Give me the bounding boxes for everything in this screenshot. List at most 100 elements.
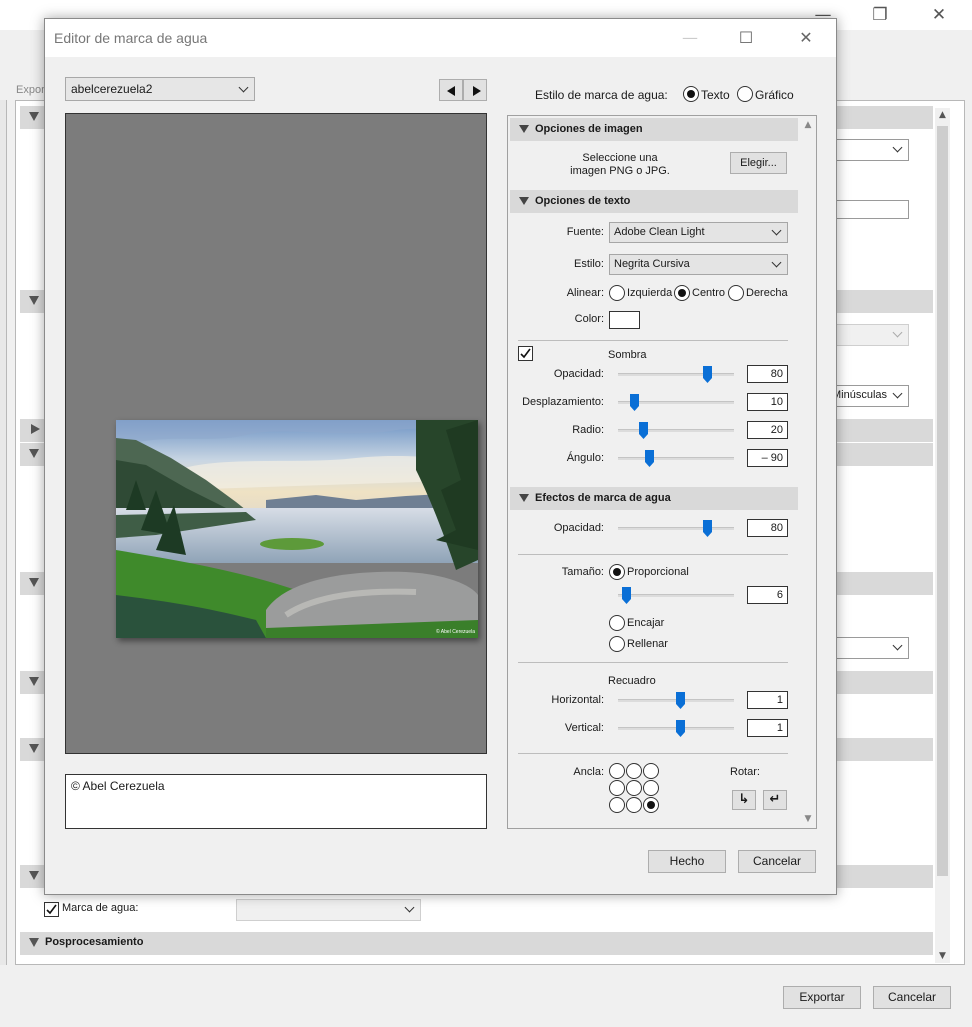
size-proportional-label: Proporcional xyxy=(627,566,689,578)
image-hint-line2: imagen PNG o JPG. xyxy=(570,165,670,177)
shadow-angle-slider[interactable] xyxy=(618,457,734,460)
export-button[interactable]: Exportar xyxy=(783,986,861,1009)
style-graphic-radio[interactable] xyxy=(737,86,753,102)
horizontal-value[interactable]: 1 xyxy=(747,691,788,709)
anchor-top-left[interactable] xyxy=(609,763,625,779)
size-slider[interactable] xyxy=(618,594,734,597)
size-fit-radio[interactable] xyxy=(609,615,625,631)
slider-thumb[interactable] xyxy=(645,450,654,467)
scroll-up-icon[interactable]: ▲ xyxy=(935,108,950,122)
slider-thumb[interactable] xyxy=(676,692,685,709)
shadow-checkbox[interactable] xyxy=(518,346,533,361)
export-text-field[interactable] xyxy=(836,200,909,219)
dialog-close-button[interactable]: ✕ xyxy=(783,23,829,53)
anchor-top-right[interactable] xyxy=(643,763,659,779)
slider-thumb[interactable] xyxy=(622,587,631,604)
shadow-angle-value[interactable]: – 90 xyxy=(747,449,788,467)
options-scrollbar[interactable]: ▲ ▼ xyxy=(800,116,816,828)
dialog-maximize-button[interactable]: ☐ xyxy=(723,23,769,53)
font-select-value: Adobe Clean Light xyxy=(614,226,705,238)
align-right-label: Derecha xyxy=(746,287,788,299)
shadow-offset-value[interactable]: 10 xyxy=(747,393,788,411)
slider-thumb[interactable] xyxy=(630,394,639,411)
previous-image-button[interactable] xyxy=(439,79,463,101)
shadow-radius-slider[interactable] xyxy=(618,429,734,432)
watermark-preview-area: © Abel Cerezuela xyxy=(65,113,487,754)
export-cancel-button[interactable]: Cancelar xyxy=(873,986,951,1009)
size-fill-radio[interactable] xyxy=(609,636,625,652)
done-button[interactable]: Hecho xyxy=(648,850,726,873)
preset-select[interactable]: abelcerezuela2 xyxy=(65,77,255,101)
watermark-label: Marca de agua: xyxy=(62,902,139,914)
collapse-triangle-icon xyxy=(519,197,529,205)
anchor-center[interactable] xyxy=(626,780,642,796)
chevron-down-icon xyxy=(892,388,903,399)
divider xyxy=(518,753,788,754)
choose-image-button[interactable]: Elegir... xyxy=(730,152,787,174)
align-right-radio[interactable] xyxy=(728,285,744,301)
watermark-preset-select[interactable] xyxy=(236,899,421,921)
anchor-bottom-right[interactable] xyxy=(643,797,659,813)
style-select[interactable]: Negrita Cursiva xyxy=(609,254,788,275)
text-options-header[interactable]: Opciones de texto xyxy=(510,190,798,213)
shadow-opacity-value[interactable]: 80 xyxy=(747,365,788,383)
slider-thumb[interactable] xyxy=(639,422,648,439)
slider-thumb[interactable] xyxy=(703,520,712,537)
align-left-radio[interactable] xyxy=(609,285,625,301)
style-select-value: Negrita Cursiva xyxy=(614,258,690,270)
divider xyxy=(518,554,788,555)
preview-photo: © Abel Cerezuela xyxy=(116,420,478,638)
anchor-bottom-left[interactable] xyxy=(609,797,625,813)
collapse-triangle-icon xyxy=(29,112,39,121)
export-label: Expor xyxy=(16,84,45,96)
vertical-value[interactable]: 1 xyxy=(747,719,788,737)
collapse-triangle-icon xyxy=(29,938,39,947)
case-select[interactable]: Minúsculas xyxy=(827,385,909,407)
dialog-cancel-button[interactable]: Cancelar xyxy=(738,850,816,873)
anchor-top-center[interactable] xyxy=(626,763,642,779)
scroll-down-icon[interactable]: ▼ xyxy=(800,812,816,826)
close-button[interactable]: ✕ xyxy=(916,2,962,28)
postprocess-section-header[interactable]: Posprocesamiento xyxy=(20,932,933,955)
font-label: Fuente: xyxy=(566,226,604,238)
font-select[interactable]: Adobe Clean Light xyxy=(609,222,788,243)
effects-opacity-value[interactable]: 80 xyxy=(747,519,788,537)
export-select[interactable] xyxy=(836,637,909,659)
rotate-counterclockwise-button[interactable]: ↵ xyxy=(763,790,787,810)
dialog-title: Editor de marca de agua xyxy=(54,30,208,46)
anchor-middle-right[interactable] xyxy=(643,780,659,796)
watermark-checkbox[interactable] xyxy=(44,902,59,917)
size-proportional-radio[interactable] xyxy=(609,564,625,580)
postprocess-label: Posprocesamiento xyxy=(45,936,144,948)
export-select[interactable] xyxy=(836,139,909,161)
image-options-header[interactable]: Opciones de imagen xyxy=(510,118,798,141)
slider-thumb[interactable] xyxy=(676,720,685,737)
text-options-title: Opciones de texto xyxy=(535,195,631,207)
style-text-radio[interactable] xyxy=(683,86,699,102)
size-value[interactable]: 6 xyxy=(747,586,788,604)
watermark-text-input[interactable]: © Abel Cerezuela xyxy=(65,774,487,829)
next-image-button[interactable] xyxy=(463,79,487,101)
shadow-radius-value[interactable]: 20 xyxy=(747,421,788,439)
effects-opacity-slider[interactable] xyxy=(618,527,734,530)
collapse-triangle-icon xyxy=(519,494,529,502)
scroll-up-icon[interactable]: ▲ xyxy=(800,118,816,132)
rotate-clockwise-button[interactable]: ↳ xyxy=(732,790,756,810)
watermark-effects-header[interactable]: Efectos de marca de agua xyxy=(510,487,798,510)
shadow-opacity-slider[interactable] xyxy=(618,373,734,376)
slider-thumb[interactable] xyxy=(703,366,712,383)
scroll-down-icon[interactable]: ▼ xyxy=(935,949,950,963)
color-swatch[interactable] xyxy=(609,311,640,329)
divider xyxy=(518,662,788,663)
watermark-style-label: Estilo de marca de agua: xyxy=(535,88,668,102)
align-center-radio[interactable] xyxy=(674,285,690,301)
anchor-bottom-center[interactable] xyxy=(626,797,642,813)
arrow-left-icon xyxy=(447,86,455,96)
chevron-down-icon xyxy=(892,142,903,153)
scrollbar-thumb[interactable] xyxy=(937,126,948,876)
restore-button[interactable]: ❐ xyxy=(857,2,903,28)
shadow-label: Sombra xyxy=(608,349,647,361)
style-text-label: Texto xyxy=(701,88,730,102)
anchor-middle-left[interactable] xyxy=(609,780,625,796)
export-panel-scrollbar[interactable]: ▲ ▼ xyxy=(935,108,950,963)
